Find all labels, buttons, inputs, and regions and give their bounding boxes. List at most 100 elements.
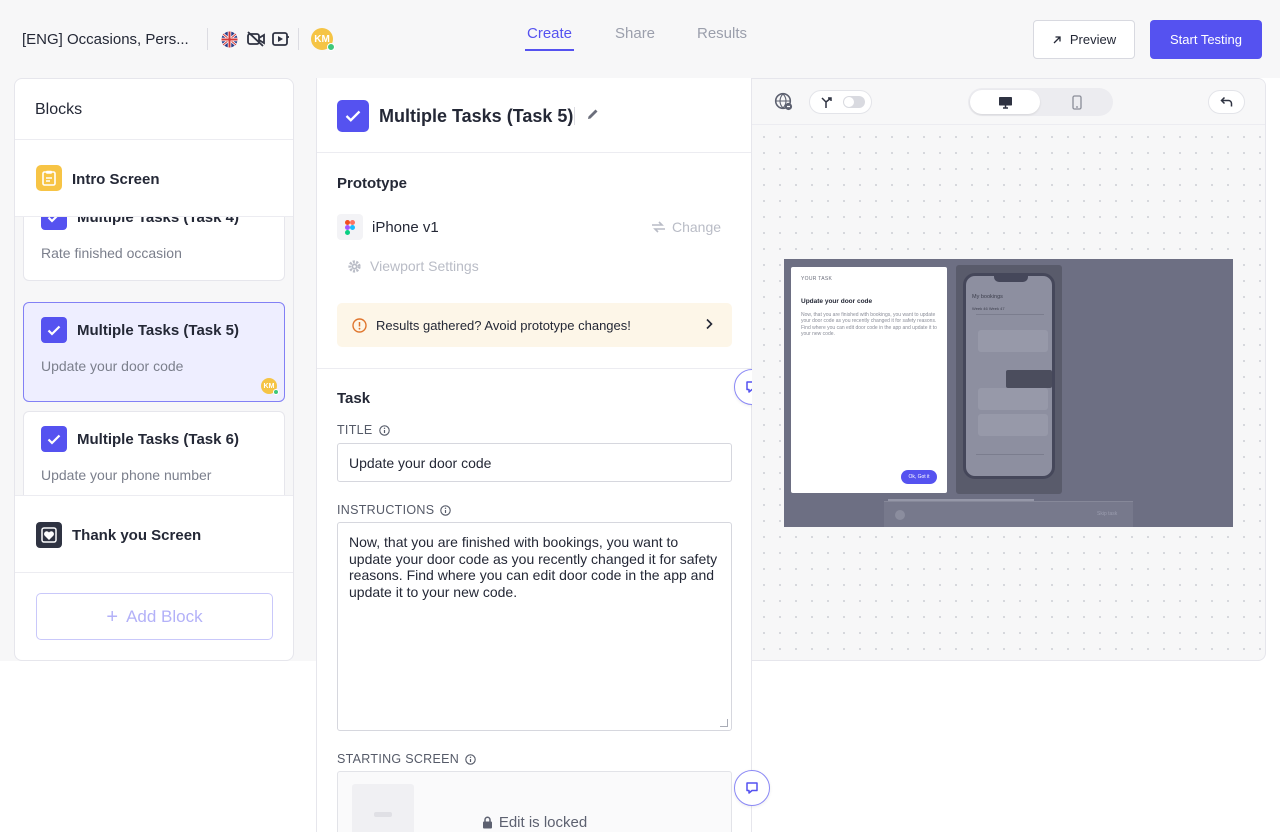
top-bar: [ENG] Occasions, Pers... KM Create Share… xyxy=(0,0,1280,78)
phone-screen: My bookings Week 46 Week 47 xyxy=(963,273,1055,479)
task-heading: Task xyxy=(337,390,371,407)
mobile-view-button[interactable] xyxy=(1043,90,1111,114)
change-prototype-button[interactable]: Change xyxy=(651,219,721,235)
desktop-icon xyxy=(998,96,1012,109)
info-icon[interactable] xyxy=(465,753,476,765)
block-card-title: Multiple Tasks (Task 5) xyxy=(77,322,239,339)
avatar[interactable]: KM xyxy=(311,28,335,51)
thank-you-screen-block[interactable]: Thank you Screen xyxy=(15,495,293,573)
avatar-initials: KM xyxy=(263,382,275,390)
instructions-textarea[interactable]: Now, that you are finished with bookings… xyxy=(337,522,732,731)
block-title: Multiple Tasks (Task 5) xyxy=(379,106,574,126)
online-indicator xyxy=(327,43,335,51)
phone-title: My bookings xyxy=(972,294,1003,300)
starting-screen-label: STARTING SCREEN xyxy=(337,752,476,766)
online-indicator xyxy=(273,389,279,395)
prototype-preview[interactable]: YOUR TASK Update your door code Now, tha… xyxy=(784,259,1233,527)
title-label-text: TITLE xyxy=(337,423,373,437)
checkbox-icon xyxy=(41,317,67,343)
hotspot-hints-icon[interactable] xyxy=(774,92,794,117)
block-editor: Multiple Tasks (Task 5) Prototype iPhone… xyxy=(316,78,752,832)
divider xyxy=(976,314,1044,315)
canvas-toolbar xyxy=(752,79,1265,125)
desktop-view-button[interactable] xyxy=(970,90,1040,114)
block-card-task-6[interactable]: Multiple Tasks (Task 6) Update your phon… xyxy=(23,411,285,495)
toggle-switch[interactable] xyxy=(843,96,865,108)
swap-icon xyxy=(652,221,665,233)
block-card-subtitle: Update your phone number xyxy=(41,467,212,483)
chevron-right-icon xyxy=(706,318,713,330)
title-label: TITLE xyxy=(337,423,390,437)
got-it-button[interactable]: Ok, Got it xyxy=(901,470,937,484)
resize-handle[interactable] xyxy=(720,719,728,727)
block-card-subtitle: Rate finished occasion xyxy=(41,245,182,261)
project-title[interactable]: [ENG] Occasions, Pers... xyxy=(22,31,189,48)
viewport-settings-button[interactable]: Viewport Settings xyxy=(347,258,479,274)
heart-card-icon xyxy=(36,522,62,548)
booking-card xyxy=(978,414,1048,436)
editor-header: Multiple Tasks (Task 5) xyxy=(317,78,751,153)
external-arrow-icon xyxy=(1053,35,1061,43)
prototype-warning[interactable]: Results gathered? Avoid prototype change… xyxy=(337,303,732,347)
task-type-icon xyxy=(337,100,369,132)
uk-flag-icon[interactable] xyxy=(219,29,239,49)
video-off-icon[interactable] xyxy=(246,29,266,49)
divider xyxy=(574,107,575,125)
help-icon[interactable] xyxy=(895,510,905,520)
clipboard-icon xyxy=(36,165,62,191)
viewport-label: Viewport Settings xyxy=(370,258,479,274)
blocks-panel: Blocks Intro Screen Multiple Tasks (Task… xyxy=(14,78,294,661)
add-block-label: Add Block xyxy=(126,606,203,626)
tab-results[interactable]: Results xyxy=(697,25,747,42)
task-tag: YOUR TASK xyxy=(801,276,833,282)
intro-screen-block[interactable]: Intro Screen xyxy=(15,140,293,217)
instructions-text: Now, that you are finished with bookings… xyxy=(349,534,718,600)
info-icon[interactable] xyxy=(378,424,390,436)
edit-locked-notice: Edit is locked xyxy=(338,814,731,831)
gutter xyxy=(294,78,316,661)
instructions-label: INSTRUCTIONS xyxy=(337,503,452,517)
flow-toggle[interactable] xyxy=(809,90,872,114)
starting-screen-box: Edit is locked xyxy=(337,771,732,832)
edit-locked-label: Edit is locked xyxy=(498,814,588,831)
avatar: KM xyxy=(261,378,279,395)
preview-label: Preview xyxy=(1069,32,1117,47)
blocks-list[interactable]: Intro Screen Multiple Tasks (Task 4) Rat… xyxy=(15,140,293,495)
add-block-button[interactable]: + Add Block xyxy=(36,593,273,640)
plus-icon: + xyxy=(106,605,119,628)
checkbox-icon xyxy=(41,426,67,452)
add-comment-button[interactable] xyxy=(734,770,770,806)
blocks-header: Blocks xyxy=(15,79,293,140)
pencil-icon[interactable] xyxy=(586,107,600,126)
restart-button[interactable] xyxy=(1208,90,1245,114)
preview-bottom-bar: Skip task xyxy=(884,501,1133,527)
undo-icon xyxy=(1220,96,1233,107)
skip-task-link[interactable]: Skip task xyxy=(1097,511,1117,517)
title-input[interactable]: Update your door code xyxy=(337,443,732,482)
gear-icon xyxy=(348,259,361,273)
blocks-title: Blocks xyxy=(35,101,83,118)
block-card-subtitle: Update your door code xyxy=(41,358,184,374)
screen-record-icon[interactable] xyxy=(271,29,291,49)
info-icon[interactable] xyxy=(440,504,452,516)
start-testing-button[interactable]: Start Testing xyxy=(1150,20,1262,59)
preview-button[interactable]: Preview xyxy=(1033,20,1135,59)
comment-icon xyxy=(746,782,758,794)
block-card-task-5[interactable]: Multiple Tasks (Task 5) Update your door… xyxy=(23,302,285,402)
prototype-canvas[interactable]: YOUR TASK Update your door code Now, tha… xyxy=(752,78,1266,661)
section-divider xyxy=(317,368,751,369)
prototype-name: iPhone v1 xyxy=(372,219,439,236)
figma-icon xyxy=(337,214,363,240)
avatar-initials: KM xyxy=(314,33,330,45)
lock-icon xyxy=(482,816,492,829)
phone-notch xyxy=(994,276,1028,282)
divider xyxy=(207,28,208,50)
tab-share[interactable]: Share xyxy=(615,25,655,42)
block-card-title: Multiple Tasks (Task 6) xyxy=(77,431,239,448)
divider xyxy=(976,454,1044,455)
booking-card xyxy=(978,388,1048,410)
change-label: Change xyxy=(672,219,722,235)
task-card-title: Update your door code xyxy=(801,298,873,305)
tab-create[interactable]: Create xyxy=(524,25,575,51)
warning-text: Results gathered? Avoid prototype change… xyxy=(376,318,631,333)
